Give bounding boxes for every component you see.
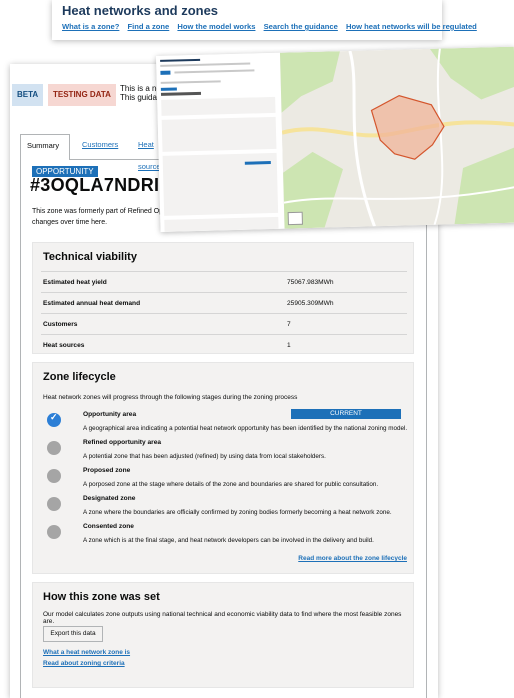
zone-lifecycle-panel: Zone lifecycle Heat network zones will p… bbox=[32, 362, 414, 574]
nav-link-search-guidance[interactable]: Search the guidance bbox=[264, 22, 338, 31]
header-nav: What is a zone? Find a zone How the mode… bbox=[62, 22, 483, 31]
nav-link-find-zone[interactable]: Find a zone bbox=[128, 22, 170, 31]
map-view-thumbnail bbox=[156, 46, 514, 232]
tech-row: Heat sources 1 bbox=[41, 334, 407, 356]
road bbox=[348, 50, 376, 227]
how-zone-set-panel: How this zone was set Our model calculat… bbox=[32, 582, 414, 688]
technical-viability-heading: Technical viability bbox=[43, 251, 137, 263]
stage-name: Proposed zone bbox=[83, 467, 131, 474]
tech-row-value: 1 bbox=[287, 342, 291, 349]
stage-name: Opportunity area bbox=[83, 411, 137, 418]
mini-zone-id bbox=[160, 91, 202, 96]
tab-customers[interactable]: Customers bbox=[82, 134, 118, 160]
map-zoom-control[interactable] bbox=[287, 211, 303, 226]
mini-nav-bar bbox=[160, 62, 251, 67]
tech-row-value: 7 bbox=[287, 321, 291, 328]
zoning-criteria-link[interactable]: Read about zoning criteria bbox=[43, 660, 125, 667]
mini-banner-bar bbox=[174, 69, 255, 74]
tab-panel-border-right bbox=[426, 160, 427, 698]
mini-tabs-bar bbox=[160, 80, 221, 84]
lifecycle-stage: Opportunity area CURRENT A geographical … bbox=[41, 409, 407, 435]
tab-panel-border-left bbox=[20, 160, 21, 698]
stage-description: A zone where the boundaries are official… bbox=[83, 509, 392, 516]
stage-pending-icon bbox=[47, 441, 61, 455]
zone-lifecycle-heading: Zone lifecycle bbox=[43, 371, 116, 383]
zone-description: This zone was formerly part of Refined O… bbox=[32, 206, 172, 228]
lifecycle-stage: Refined opportunity area A potential zon… bbox=[41, 437, 407, 463]
lifecycle-stage: Proposed zone A porposed zone at the sta… bbox=[41, 465, 407, 491]
tech-row: Customers 7 bbox=[41, 313, 407, 335]
what-is-zone-link[interactable]: What a heat network zone is bbox=[43, 649, 130, 656]
export-data-button[interactable]: Export this data bbox=[43, 626, 103, 642]
current-stage-badge: CURRENT bbox=[291, 409, 401, 419]
nav-link-how-model-works[interactable]: How the model works bbox=[177, 22, 255, 31]
stage-description: A zone which is at the final stage, and … bbox=[83, 537, 374, 544]
woodland-area bbox=[454, 146, 514, 225]
nav-link-regulation[interactable]: How heat networks will be regulated bbox=[346, 22, 477, 31]
stage-name: Consented zone bbox=[83, 523, 134, 530]
stage-pending-icon bbox=[47, 525, 61, 539]
service-title[interactable]: Heat networks and zones bbox=[62, 3, 218, 18]
beta-tag: BETA bbox=[12, 84, 44, 106]
zone-tabs: Summary Customers Heat sources bbox=[20, 134, 180, 171]
stage-description: A geographical area indicating a potenti… bbox=[83, 425, 408, 432]
zone-lifecycle-intro: Heat network zones will progress through… bbox=[43, 394, 298, 401]
lifecycle-stage: Consented zone A zone which is at the fi… bbox=[41, 521, 407, 547]
tech-row-label: Estimated heat yield bbox=[43, 279, 107, 286]
how-zone-set-heading: How this zone was set bbox=[43, 591, 160, 603]
mini-opp-tag bbox=[160, 87, 177, 91]
technical-viability-panel: Technical viability Estimated heat yield… bbox=[32, 242, 414, 354]
mini-desc-box bbox=[161, 96, 276, 116]
lifecycle-stage: Designated zone A zone where the boundar… bbox=[41, 493, 407, 519]
mini-tech-box bbox=[161, 116, 277, 152]
zone-description-line-1: This zone was formerly part of Refined O… bbox=[32, 208, 172, 215]
mini-side-panel bbox=[156, 52, 286, 232]
zone-description-line-2: changes over time here. bbox=[32, 219, 108, 226]
stage-description: A potential zone that has been adjusted … bbox=[83, 453, 326, 460]
heat-zone-boundary[interactable] bbox=[370, 94, 445, 160]
tech-row-value: 75067.983MWh bbox=[287, 279, 334, 286]
stage-description: A porposed zone at the stage where detai… bbox=[83, 481, 379, 488]
tech-row: Estimated heat yield 75067.983MWh bbox=[41, 271, 407, 293]
stage-complete-icon bbox=[47, 412, 61, 427]
tech-row-value: 25905.309MWh bbox=[287, 300, 334, 307]
service-header: Heat networks and zones What is a zone? … bbox=[52, 0, 477, 40]
tech-row: Estimated annual heat demand 25905.309MW… bbox=[41, 292, 407, 314]
woodland-area bbox=[279, 51, 340, 113]
how-zone-set-intro: Our model calculates zone outputs using … bbox=[43, 611, 402, 625]
zone-map-canvas bbox=[279, 46, 514, 229]
nav-link-what-is-zone[interactable]: What is a zone? bbox=[62, 22, 119, 31]
zone-lifecycle-link[interactable]: Read more about the zone lifecycle bbox=[298, 555, 407, 562]
stage-name: Designated zone bbox=[83, 495, 136, 502]
mini-beta-tag bbox=[160, 70, 171, 75]
tech-row-label: Heat sources bbox=[43, 342, 85, 349]
stage-pending-icon bbox=[47, 469, 61, 483]
tab-summary[interactable]: Summary bbox=[20, 134, 70, 160]
testing-data-tag: TESTING DATA bbox=[48, 84, 116, 106]
mini-title-bar bbox=[160, 58, 201, 62]
zone-map[interactable] bbox=[279, 46, 514, 229]
tech-row-label: Estimated annual heat demand bbox=[43, 300, 141, 307]
stage-pending-icon bbox=[47, 497, 61, 511]
woodland-area bbox=[429, 46, 514, 100]
stage-name: Refined opportunity area bbox=[83, 439, 162, 446]
tech-row-label: Customers bbox=[43, 321, 78, 328]
